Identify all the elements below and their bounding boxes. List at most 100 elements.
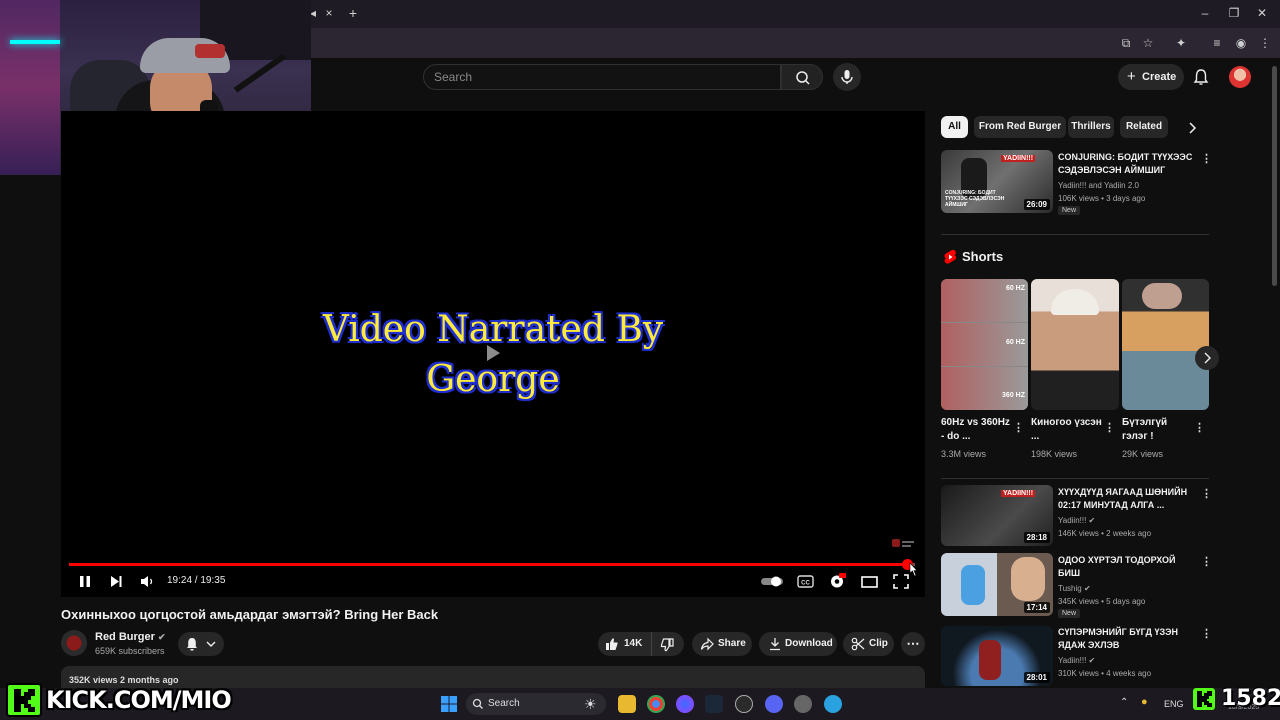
tab-close-button[interactable]: ×	[320, 5, 338, 21]
cap-logo	[195, 44, 225, 58]
messenger-icon[interactable]	[676, 695, 694, 713]
thumb-hat	[1051, 289, 1099, 315]
windows-start-button[interactable]	[441, 696, 457, 712]
taskbar-search[interactable]: Search ☀	[466, 693, 606, 715]
subscriber-count: 659K subscribers	[95, 646, 165, 656]
chip-related[interactable]: Related	[1120, 116, 1168, 138]
thumbnail-caption: CONJURING: БОДИТ ТҮҮХЭЭС СЭДЭВЛЭСЭН АЙМШ…	[945, 190, 1005, 208]
video-thumbnail[interactable]: YADIIN!!! CONJURING: БОДИТ ТҮҮХЭЭС СЭДЭВ…	[941, 150, 1053, 213]
voice-search-button[interactable]	[833, 63, 861, 91]
short-thumbnail[interactable]: 60 HZ 60 HZ 360 HZ	[941, 279, 1028, 410]
chrome-icon[interactable]	[647, 695, 665, 713]
short-menu-button[interactable]: ⋮	[1013, 421, 1024, 435]
video-meta: 106K views • 3 days ago	[1058, 194, 1146, 203]
media-controls-icon[interactable]: ≡	[1208, 35, 1226, 51]
short-views: 3.3M views	[941, 449, 987, 459]
discord-icon[interactable]	[765, 695, 783, 713]
mouse-cursor-icon	[909, 562, 918, 577]
weather-sun-icon: ☀	[584, 696, 597, 712]
short-title[interactable]: 60Hz vs 360Hz - do ...	[941, 416, 1013, 444]
video-channel[interactable]: Yadiin!!! ✔	[1058, 515, 1095, 526]
channel-text: Yadiin!!!	[1058, 656, 1087, 665]
divider	[941, 478, 1209, 479]
channel-name[interactable]: Red Burger ✔	[95, 631, 166, 643]
chip-all[interactable]: All	[941, 116, 968, 138]
steam-icon[interactable]	[705, 695, 723, 713]
next-button[interactable]	[107, 572, 125, 590]
kick-k-glyph	[1197, 691, 1212, 707]
short-title[interactable]: Киногоо үзсэн ...	[1031, 416, 1103, 444]
short-thumbnail[interactable]	[1031, 279, 1119, 410]
short-menu-button[interactable]: ⋮	[1194, 421, 1205, 435]
browser-menu-icon[interactable]: ⋮	[1256, 35, 1274, 51]
like-button[interactable]: 14K	[598, 632, 652, 656]
captions-button[interactable]: CC	[796, 572, 814, 590]
new-badge: New	[1058, 206, 1081, 215]
create-label: Create	[1142, 71, 1177, 83]
notifications-button[interactable]	[1193, 68, 1209, 86]
window-restore-button[interactable]: ❐	[1225, 5, 1243, 21]
profile-icon[interactable]: ◉	[1232, 35, 1250, 51]
tray-microphone-icon[interactable]: ●	[1141, 696, 1148, 708]
share-button[interactable]: Share	[692, 632, 752, 656]
video-thumbnail[interactable]: 17:14	[941, 553, 1053, 616]
channel-watermark[interactable]	[891, 537, 915, 549]
video-player[interactable]: Video Narrated By George	[61, 111, 925, 597]
cast-icon[interactable]: ⧉	[1117, 35, 1135, 51]
thumb-label: 60 HZ	[1005, 285, 1025, 292]
video-channel[interactable]: Yadiin!!! and Yadiin 2.0	[1058, 180, 1139, 191]
settings-button[interactable]	[828, 572, 846, 590]
pause-button[interactable]	[76, 572, 94, 590]
video-menu-button[interactable]: ⋮	[1201, 152, 1212, 166]
keyboard-language[interactable]: ENG	[1164, 699, 1184, 709]
video-duration: 28:01	[1023, 672, 1050, 683]
search-input[interactable]: Search	[423, 64, 781, 90]
video-title: Охинныхоо цогцостой амьдардаг эмэгтэй? B…	[61, 607, 439, 622]
search-button[interactable]	[781, 64, 823, 90]
chevron-right-icon[interactable]	[1186, 121, 1198, 135]
thumbs-up-icon	[606, 638, 618, 650]
app-icon[interactable]	[735, 695, 753, 713]
video-channel[interactable]: Yadiin!!! ✔	[1058, 655, 1095, 666]
video-title[interactable]: СҮПЭРМЭНИЙГ БҮГД ҮЗЭН ЯДАЖ ЭХЛЭВ	[1058, 626, 1198, 652]
chip-from-channel[interactable]: From Red Burger	[974, 116, 1066, 138]
dislike-button[interactable]	[654, 632, 684, 656]
settings-gear-icon[interactable]	[794, 695, 812, 713]
bookmark-star-icon[interactable]: ☆	[1139, 35, 1157, 51]
channel-avatar[interactable]	[61, 630, 87, 656]
file-explorer-icon[interactable]	[618, 695, 636, 713]
video-title[interactable]: ОДОО ХҮРТЭЛ ТОДОРХОЙ БИШ	[1058, 554, 1198, 580]
volume-button[interactable]	[138, 572, 156, 590]
video-title[interactable]: ХҮҮХДҮҮД ЯАГААД ШӨНИЙН 02:17 МИНУТАД АЛГ…	[1058, 486, 1198, 512]
account-avatar[interactable]	[1229, 66, 1251, 88]
more-actions-button[interactable]: ⋯	[901, 632, 925, 656]
neon-light	[10, 40, 60, 44]
window-minimize-button[interactable]: –	[1196, 5, 1214, 21]
video-thumbnail[interactable]: 28:01	[941, 626, 1053, 686]
progress-bar[interactable]	[69, 559, 915, 570]
short-title[interactable]: Бүтэлгүй гэлэг !	[1122, 416, 1194, 444]
create-button[interactable]: + Create	[1118, 64, 1184, 90]
thumb-panel	[941, 367, 1028, 410]
extensions-icon[interactable]: ✦	[1172, 35, 1190, 51]
video-channel[interactable]: Tushig ✔	[1058, 583, 1091, 594]
window-close-button[interactable]: ✕	[1253, 5, 1271, 21]
shorts-next-button[interactable]	[1195, 346, 1219, 370]
video-menu-button[interactable]: ⋮	[1201, 487, 1212, 501]
video-title[interactable]: CONJURING: БОДИТ ТҮҮХЭЭС СЭДЭВЛЭСЭН АЙМШ…	[1058, 151, 1198, 177]
clip-button[interactable]: Clip	[843, 632, 894, 656]
autoplay-toggle[interactable]	[760, 572, 784, 590]
download-button[interactable]: Download	[759, 632, 837, 656]
chip-thrillers[interactable]: Thrillers	[1068, 116, 1114, 138]
video-menu-button[interactable]: ⋮	[1201, 627, 1212, 641]
short-thumbnail[interactable]	[1122, 279, 1209, 410]
video-thumbnail[interactable]: YADIIN!!! 28:18	[941, 485, 1053, 546]
short-menu-button[interactable]: ⋮	[1104, 421, 1115, 435]
theater-mode-button[interactable]	[860, 572, 878, 590]
tray-chevron-icon[interactable]: ⌃	[1120, 697, 1128, 708]
new-tab-button[interactable]: +	[344, 5, 362, 21]
scrollbar-thumb[interactable]	[1272, 66, 1277, 286]
telegram-icon[interactable]	[824, 695, 842, 713]
video-menu-button[interactable]: ⋮	[1201, 555, 1212, 569]
subscription-notifications-button[interactable]	[178, 632, 224, 656]
